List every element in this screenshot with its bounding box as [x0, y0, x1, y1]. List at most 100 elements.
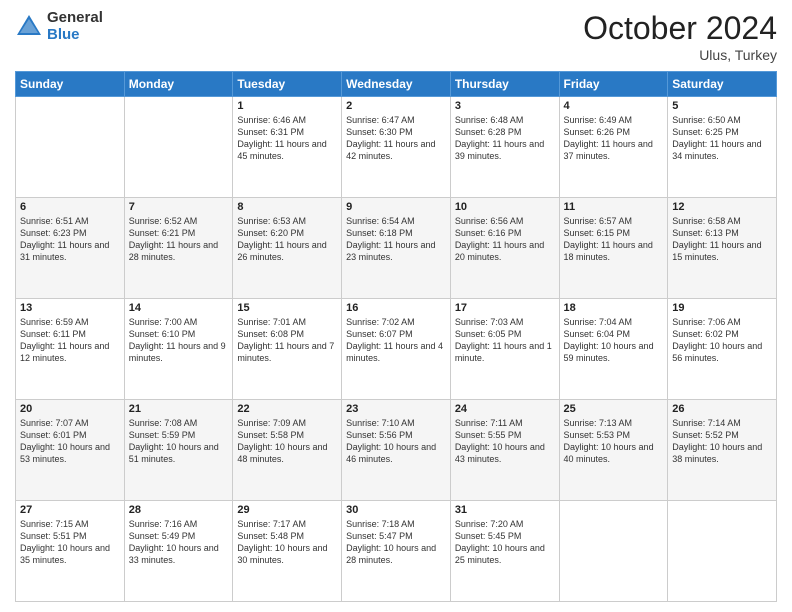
- daylight-text: Daylight: 11 hours and 31 minutes.: [20, 240, 109, 262]
- sunrise-text: Sunrise: 6:47 AM: [346, 115, 415, 125]
- cell-content: Sunrise: 7:06 AM Sunset: 6:02 PM Dayligh…: [672, 316, 772, 365]
- sunset-text: Sunset: 6:05 PM: [455, 329, 522, 339]
- calendar-cell-4-0: 27 Sunrise: 7:15 AM Sunset: 5:51 PM Dayl…: [16, 501, 125, 602]
- daylight-text: Daylight: 11 hours and 18 minutes.: [564, 240, 653, 262]
- day-number: 13: [20, 302, 120, 314]
- col-tuesday: Tuesday: [233, 72, 342, 97]
- day-number: 29: [237, 504, 337, 516]
- calendar-header-row: Sunday Monday Tuesday Wednesday Thursday…: [16, 72, 777, 97]
- cell-content: Sunrise: 6:59 AM Sunset: 6:11 PM Dayligh…: [20, 316, 120, 365]
- day-number: 2: [346, 100, 446, 112]
- day-number: 23: [346, 403, 446, 415]
- calendar-cell-4-4: 31 Sunrise: 7:20 AM Sunset: 5:45 PM Dayl…: [450, 501, 559, 602]
- sunrise-text: Sunrise: 6:51 AM: [20, 216, 89, 226]
- cell-content: Sunrise: 7:09 AM Sunset: 5:58 PM Dayligh…: [237, 417, 337, 466]
- day-number: 26: [672, 403, 772, 415]
- logo-icon: [15, 13, 43, 41]
- sunset-text: Sunset: 6:13 PM: [672, 228, 739, 238]
- daylight-text: Daylight: 10 hours and 48 minutes.: [237, 442, 327, 464]
- calendar-cell-1-2: 8 Sunrise: 6:53 AM Sunset: 6:20 PM Dayli…: [233, 198, 342, 299]
- sunset-text: Sunset: 5:47 PM: [346, 531, 413, 541]
- cell-content: Sunrise: 6:57 AM Sunset: 6:15 PM Dayligh…: [564, 215, 664, 264]
- sunrise-text: Sunrise: 7:09 AM: [237, 418, 306, 428]
- sunrise-text: Sunrise: 7:18 AM: [346, 519, 415, 529]
- calendar-cell-0-3: 2 Sunrise: 6:47 AM Sunset: 6:30 PM Dayli…: [342, 97, 451, 198]
- daylight-text: Daylight: 11 hours and 7 minutes.: [237, 341, 334, 363]
- sunrise-text: Sunrise: 7:04 AM: [564, 317, 633, 327]
- sunrise-text: Sunrise: 6:53 AM: [237, 216, 306, 226]
- day-number: 27: [20, 504, 120, 516]
- sunrise-text: Sunrise: 7:10 AM: [346, 418, 415, 428]
- month-title: October 2024: [583, 10, 777, 47]
- daylight-text: Daylight: 11 hours and 12 minutes.: [20, 341, 109, 363]
- daylight-text: Daylight: 10 hours and 59 minutes.: [564, 341, 654, 363]
- sunrise-text: Sunrise: 7:01 AM: [237, 317, 306, 327]
- sunrise-text: Sunrise: 7:06 AM: [672, 317, 741, 327]
- day-number: 31: [455, 504, 555, 516]
- cell-content: Sunrise: 7:11 AM Sunset: 5:55 PM Dayligh…: [455, 417, 555, 466]
- cell-content: Sunrise: 7:16 AM Sunset: 5:49 PM Dayligh…: [129, 518, 229, 567]
- logo: General Blue: [15, 10, 103, 43]
- sunset-text: Sunset: 6:18 PM: [346, 228, 413, 238]
- daylight-text: Daylight: 11 hours and 45 minutes.: [237, 139, 326, 161]
- sunset-text: Sunset: 6:01 PM: [20, 430, 87, 440]
- sunset-text: Sunset: 5:48 PM: [237, 531, 304, 541]
- sunrise-text: Sunrise: 6:59 AM: [20, 317, 89, 327]
- day-number: 5: [672, 100, 772, 112]
- sunrise-text: Sunrise: 6:48 AM: [455, 115, 524, 125]
- day-number: 8: [237, 201, 337, 213]
- sunrise-text: Sunrise: 7:20 AM: [455, 519, 524, 529]
- sunset-text: Sunset: 6:07 PM: [346, 329, 413, 339]
- week-row-1: 1 Sunrise: 6:46 AM Sunset: 6:31 PM Dayli…: [16, 97, 777, 198]
- logo-blue-text: Blue: [47, 27, 103, 44]
- sunset-text: Sunset: 6:02 PM: [672, 329, 739, 339]
- day-number: 10: [455, 201, 555, 213]
- calendar-cell-0-5: 4 Sunrise: 6:49 AM Sunset: 6:26 PM Dayli…: [559, 97, 668, 198]
- day-number: 28: [129, 504, 229, 516]
- day-number: 14: [129, 302, 229, 314]
- calendar-cell-3-3: 23 Sunrise: 7:10 AM Sunset: 5:56 PM Dayl…: [342, 400, 451, 501]
- sunrise-text: Sunrise: 7:00 AM: [129, 317, 198, 327]
- daylight-text: Daylight: 10 hours and 53 minutes.: [20, 442, 110, 464]
- cell-content: Sunrise: 7:13 AM Sunset: 5:53 PM Dayligh…: [564, 417, 664, 466]
- calendar-cell-4-3: 30 Sunrise: 7:18 AM Sunset: 5:47 PM Dayl…: [342, 501, 451, 602]
- sunrise-text: Sunrise: 7:14 AM: [672, 418, 741, 428]
- daylight-text: Daylight: 10 hours and 35 minutes.: [20, 543, 110, 565]
- sunset-text: Sunset: 6:30 PM: [346, 127, 413, 137]
- day-number: 9: [346, 201, 446, 213]
- sunrise-text: Sunrise: 7:07 AM: [20, 418, 89, 428]
- cell-content: Sunrise: 7:20 AM Sunset: 5:45 PM Dayligh…: [455, 518, 555, 567]
- sunset-text: Sunset: 6:21 PM: [129, 228, 196, 238]
- daylight-text: Daylight: 10 hours and 40 minutes.: [564, 442, 654, 464]
- sunset-text: Sunset: 6:23 PM: [20, 228, 87, 238]
- sunset-text: Sunset: 6:11 PM: [20, 329, 86, 339]
- daylight-text: Daylight: 11 hours and 39 minutes.: [455, 139, 544, 161]
- daylight-text: Daylight: 10 hours and 51 minutes.: [129, 442, 219, 464]
- daylight-text: Daylight: 11 hours and 28 minutes.: [129, 240, 218, 262]
- calendar-cell-4-1: 28 Sunrise: 7:16 AM Sunset: 5:49 PM Dayl…: [124, 501, 233, 602]
- calendar-cell-1-6: 12 Sunrise: 6:58 AM Sunset: 6:13 PM Dayl…: [668, 198, 777, 299]
- sunset-text: Sunset: 6:08 PM: [237, 329, 304, 339]
- daylight-text: Daylight: 10 hours and 25 minutes.: [455, 543, 545, 565]
- sunset-text: Sunset: 5:55 PM: [455, 430, 522, 440]
- calendar-cell-3-0: 20 Sunrise: 7:07 AM Sunset: 6:01 PM Dayl…: [16, 400, 125, 501]
- calendar-cell-4-6: [668, 501, 777, 602]
- sunrise-text: Sunrise: 6:52 AM: [129, 216, 198, 226]
- cell-content: Sunrise: 7:17 AM Sunset: 5:48 PM Dayligh…: [237, 518, 337, 567]
- sunset-text: Sunset: 6:26 PM: [564, 127, 631, 137]
- day-number: 30: [346, 504, 446, 516]
- sunrise-text: Sunrise: 6:57 AM: [564, 216, 633, 226]
- sunset-text: Sunset: 6:10 PM: [129, 329, 196, 339]
- location: Ulus, Turkey: [583, 47, 777, 63]
- calendar-cell-2-0: 13 Sunrise: 6:59 AM Sunset: 6:11 PM Dayl…: [16, 299, 125, 400]
- week-row-3: 13 Sunrise: 6:59 AM Sunset: 6:11 PM Dayl…: [16, 299, 777, 400]
- calendar-cell-3-4: 24 Sunrise: 7:11 AM Sunset: 5:55 PM Dayl…: [450, 400, 559, 501]
- daylight-text: Daylight: 11 hours and 4 minutes.: [346, 341, 443, 363]
- sunset-text: Sunset: 5:59 PM: [129, 430, 196, 440]
- calendar-cell-2-2: 15 Sunrise: 7:01 AM Sunset: 6:08 PM Dayl…: [233, 299, 342, 400]
- day-number: 15: [237, 302, 337, 314]
- sunrise-text: Sunrise: 6:50 AM: [672, 115, 741, 125]
- cell-content: Sunrise: 6:56 AM Sunset: 6:16 PM Dayligh…: [455, 215, 555, 264]
- col-saturday: Saturday: [668, 72, 777, 97]
- sunrise-text: Sunrise: 7:15 AM: [20, 519, 89, 529]
